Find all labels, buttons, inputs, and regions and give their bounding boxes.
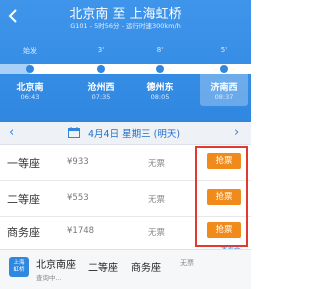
chevron-left-icon[interactable]: ‹: [9, 125, 14, 140]
bottom-status: 查询中...: [36, 274, 62, 282]
logo-text: 虹桥: [13, 267, 25, 273]
station-time: 07:35: [91, 93, 111, 101]
station-dot: [220, 65, 228, 73]
station-dot: [156, 65, 164, 73]
station-name[interactable]: 北京南: [7, 80, 53, 93]
station-time: 06:43: [20, 93, 40, 101]
stop-duration: 3': [97, 46, 105, 54]
bottom-station: 北京南座: [36, 260, 76, 271]
seat-class: 二等座: [7, 193, 40, 206]
grab-ticket-button[interactable]: 抢票: [207, 222, 241, 238]
seat-price: ¥1748: [67, 226, 95, 236]
seat-price: ¥553: [67, 193, 89, 203]
stop-duration: 8': [156, 46, 164, 54]
row-divider: [0, 180, 251, 181]
chevron-right-icon[interactable]: ›: [234, 125, 239, 140]
seat-row: 一等座 ¥933 无票 抢票: [0, 147, 251, 179]
stop-duration: 始发: [23, 47, 37, 55]
grab-ticket-button[interactable]: 抢票: [207, 189, 241, 205]
bottom-seat: 商务座: [131, 263, 161, 274]
station-time: 08:05: [150, 93, 170, 101]
station-name[interactable]: 德州东: [137, 80, 183, 93]
calendar-icon[interactable]: [68, 127, 80, 138]
seat-availability: 无票: [148, 228, 166, 238]
route-timeline: 始发 3' 8' 5' 北京南 沧州西 德州东 济南西 06:43 07:35 …: [0, 0, 251, 122]
bottom-seat: 二等座: [88, 263, 118, 274]
date-selector: ‹ 4月4日 星期三 (明天) ›: [0, 122, 251, 145]
train-header: 北京南 至 上海虹桥 G101 - 5时56分 - 运行时速300km/h 始发…: [0, 0, 251, 122]
grab-ticket-button[interactable]: 抢票: [207, 153, 241, 169]
seat-row: 商务座 ¥1748 无票 抢票: [0, 216, 251, 248]
seat-class: 一等座: [7, 157, 40, 170]
selected-date[interactable]: 4月4日 星期三 (明天): [88, 126, 180, 140]
route-line: [30, 64, 251, 74]
station-dot: [97, 65, 105, 73]
station-name[interactable]: 沧州西: [78, 80, 124, 93]
seat-availability: 无票: [148, 195, 166, 205]
logo-text: 上海: [13, 260, 25, 266]
station-name[interactable]: 济南西: [201, 80, 247, 93]
seat-availability: 无票: [148, 159, 166, 169]
bottom-availability: 无票: [180, 259, 194, 267]
seat-row: 二等座 ¥553 无票 抢票: [0, 183, 251, 215]
stop-duration: 5': [220, 46, 228, 54]
bottom-bar: 上海 虹桥 北京南座 查询中... 二等座 商务座 无票: [0, 249, 251, 289]
seat-price: ¥933: [67, 157, 89, 167]
app-logo: 上海 虹桥: [9, 257, 29, 277]
seat-class: 商务座: [7, 226, 40, 239]
station-dot: [26, 65, 34, 73]
station-time: 08:37: [214, 93, 234, 101]
